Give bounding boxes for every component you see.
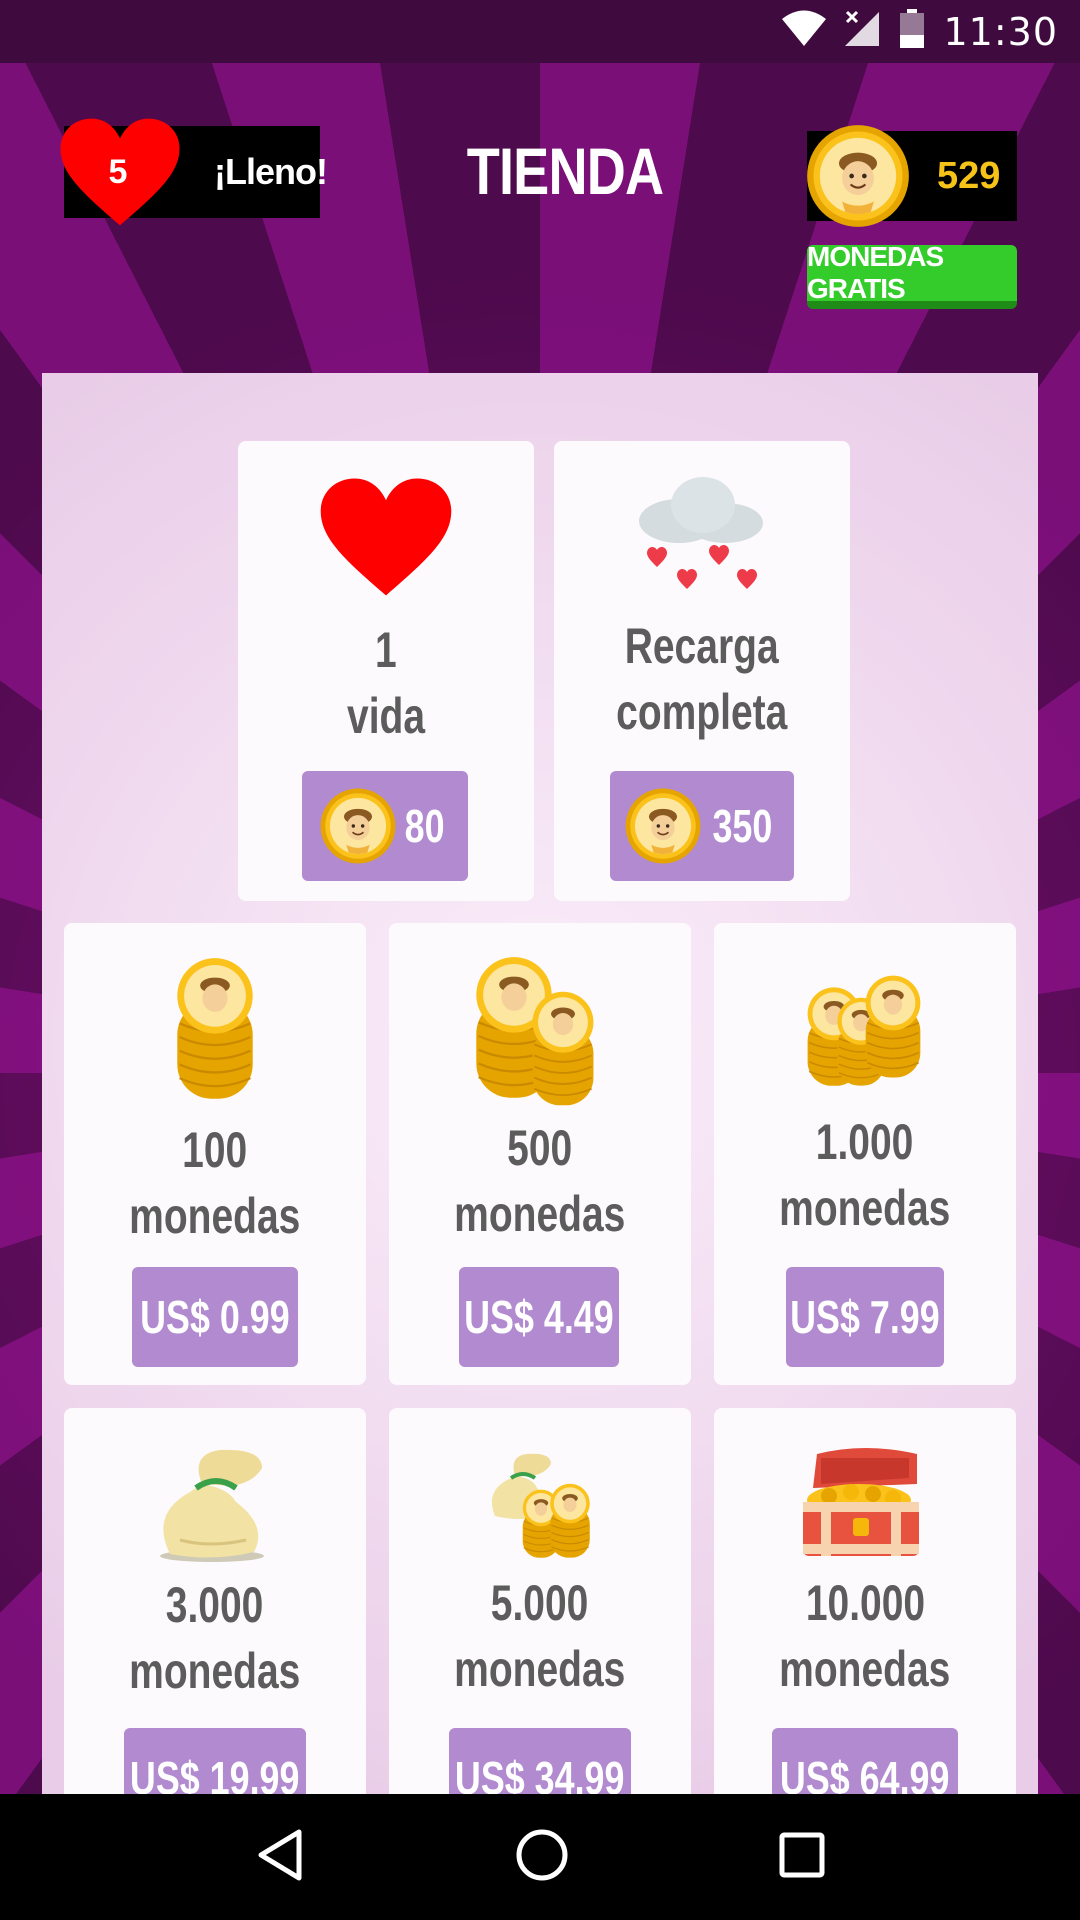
buy-button[interactable]: US$ 0.99 [132, 1267, 298, 1367]
item-quantity: 5.000 [491, 1575, 589, 1631]
price-label: US$ 4.49 [464, 1291, 614, 1343]
item-quantity: 500 [507, 1120, 573, 1176]
store-item-500-coins[interactable]: 500 monedas US$ 4.49 [389, 923, 691, 1385]
treasure-chest-icon [803, 1448, 919, 1556]
coin-stack-triple-icon [806, 957, 924, 1105]
store-item-1-life[interactable]: 1 vida 80 [238, 441, 534, 901]
item-label: monedas [779, 1180, 951, 1236]
item-quantity: 100 [182, 1122, 248, 1178]
heart-icon [318, 475, 454, 599]
coin-balance-value: 529 [937, 154, 1001, 197]
item-quantity: 1.000 [816, 1114, 914, 1170]
buy-button[interactable]: 350 [610, 771, 794, 881]
free-coins-button[interactable]: MONEDAS GRATIS [807, 241, 1017, 309]
buy-button[interactable]: US$ 7.99 [786, 1267, 944, 1367]
lives-count: 5 [108, 152, 128, 191]
item-label: completa [616, 684, 788, 740]
item-label: monedas [129, 1643, 301, 1699]
lives-indicator[interactable]: 5 ¡Lleno! [64, 126, 328, 218]
item-label: monedas [454, 1186, 626, 1242]
item-label: vida [346, 688, 426, 744]
price-label: US$ 19.99 [130, 1752, 300, 1794]
back-icon[interactable] [255, 1828, 305, 1887]
store-item-100-coins[interactable]: 100 monedas US$ 0.99 [64, 923, 366, 1385]
recents-icon[interactable] [779, 1832, 825, 1883]
store-item-1000-coins[interactable]: 1.000 monedas US$ 7.99 [714, 923, 1016, 1385]
buy-button[interactable]: US$ 64.99 [772, 1728, 958, 1794]
page-title: TIENDA [466, 134, 664, 208]
item-quantity: 3.000 [166, 1577, 264, 1633]
item-label: monedas [129, 1188, 301, 1244]
store-item-full-refill[interactable]: Recarga completa 350 [554, 441, 850, 901]
item-label: monedas [779, 1641, 951, 1697]
store-item-10000-coins[interactable]: 10.000 monedas US$ 64.99 [714, 1408, 1016, 1794]
cloud-hearts-icon [639, 477, 763, 589]
money-bag-coins-icon [491, 1453, 595, 1562]
coin-stack-double-icon [474, 953, 606, 1109]
navigation-bar [0, 1794, 1080, 1920]
item-quantity: Recarga [625, 618, 779, 674]
store-panel: 1 vida 80 Recarga completa 350 100 moned… [42, 373, 1038, 1794]
coin-icon [624, 787, 702, 865]
store-item-3000-coins[interactable]: 3.000 monedas US$ 19.99 [64, 1408, 366, 1794]
price-label: 350 [712, 800, 772, 852]
lives-status: ¡Lleno! [214, 151, 328, 192]
price-label: US$ 7.99 [790, 1291, 940, 1343]
coin-icon [319, 787, 397, 865]
battery-icon [899, 9, 925, 54]
money-bag-icon [160, 1449, 264, 1562]
home-icon[interactable] [515, 1828, 569, 1887]
item-quantity: 1 [375, 622, 397, 678]
wifi-icon [781, 10, 827, 53]
store-item-5000-coins[interactable]: 5.000 monedas US$ 34.99 [389, 1408, 691, 1794]
item-label: monedas [454, 1641, 626, 1697]
clock: 11:30 [943, 9, 1058, 54]
buy-button[interactable]: 80 [302, 771, 468, 881]
price-label: US$ 64.99 [780, 1752, 950, 1794]
buy-button[interactable]: US$ 19.99 [124, 1728, 306, 1794]
item-quantity: 10.000 [805, 1575, 925, 1631]
buy-button[interactable]: US$ 34.99 [449, 1728, 631, 1794]
cellular-no-signal-icon [845, 10, 881, 53]
status-bar: 11:30 [0, 0, 1080, 63]
price-label: US$ 34.99 [455, 1752, 625, 1794]
store-screen: 5 ¡Lleno! TIENDA 529 MONEDAS GRATIS 1 vi… [0, 63, 1080, 1794]
price-label: 80 [405, 800, 445, 852]
coin-icon [805, 123, 911, 229]
buy-button[interactable]: US$ 4.49 [459, 1267, 619, 1367]
coin-balance[interactable]: 529 [807, 131, 1017, 221]
price-label: US$ 0.99 [140, 1291, 290, 1343]
coin-stack-small-icon [175, 953, 255, 1105]
